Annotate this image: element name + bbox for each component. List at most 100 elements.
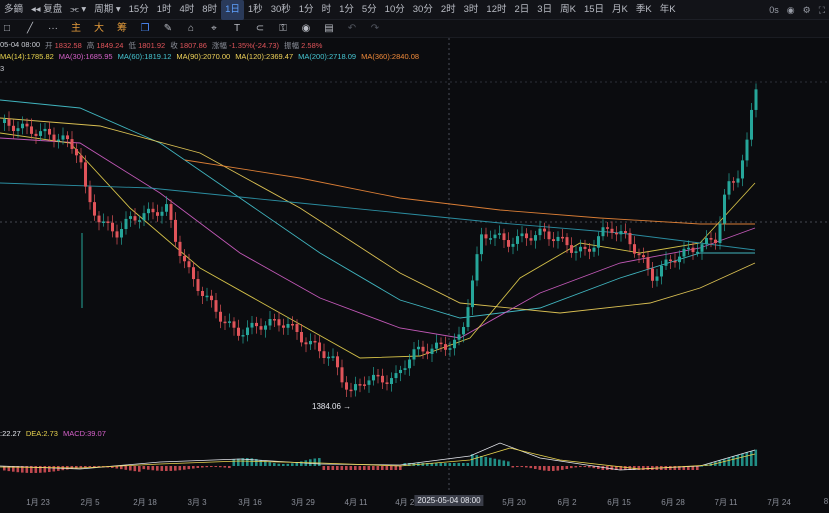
interval-1h[interactable]: 1时 bbox=[153, 0, 176, 20]
candle-body bbox=[741, 160, 744, 179]
interval-3h[interactable]: 3时 bbox=[460, 0, 483, 20]
candle-body bbox=[336, 356, 339, 368]
line-tool-icon[interactable]: ╱ bbox=[23, 20, 37, 38]
candle-body bbox=[408, 359, 411, 369]
candle-body bbox=[750, 109, 753, 140]
candle-body bbox=[754, 89, 758, 110]
text-icon[interactable]: T bbox=[230, 20, 244, 38]
interval-time[interactable]: 时 bbox=[318, 0, 336, 20]
magnet-icon[interactable]: ⊂ bbox=[253, 20, 267, 38]
lock-icon[interactable]: ⚿ bbox=[276, 20, 290, 38]
candle-body bbox=[714, 239, 717, 244]
large-order-button[interactable]: 大 bbox=[92, 20, 106, 38]
rectangle-tool-icon[interactable]: □ bbox=[0, 20, 14, 38]
time-axis-label: 4月 11 bbox=[344, 498, 368, 507]
macd-bar bbox=[133, 466, 137, 472]
interval-3d[interactable]: 3日 bbox=[533, 0, 556, 20]
macd-bar bbox=[381, 466, 384, 470]
time-axis-label: 5月 20 bbox=[502, 498, 526, 507]
time-axis-label: 3月 16 bbox=[238, 498, 262, 507]
interval-5m[interactable]: 5分 bbox=[358, 0, 381, 20]
interval-30m[interactable]: 30分 bbox=[409, 0, 437, 20]
candle-body bbox=[664, 259, 668, 266]
macd-bar bbox=[79, 466, 83, 468]
candle-body bbox=[691, 247, 695, 253]
candle-body bbox=[214, 300, 218, 312]
period-dropdown[interactable]: 周期 ▾ bbox=[90, 0, 124, 20]
interval-month[interactable]: 月K bbox=[608, 0, 632, 20]
macd-bar bbox=[349, 466, 353, 470]
more-tools-icon[interactable]: ··· bbox=[46, 20, 60, 38]
candle-body bbox=[21, 123, 24, 129]
interval-1m[interactable]: 1分 bbox=[335, 0, 358, 20]
candle-body bbox=[597, 236, 600, 248]
candle-body bbox=[331, 356, 335, 358]
candle-body bbox=[52, 134, 56, 141]
candle-body bbox=[538, 228, 542, 236]
candle-body bbox=[39, 131, 42, 136]
fullscreen-icon[interactable]: ⛶ bbox=[819, 5, 825, 16]
open-value: 1832.58 bbox=[54, 41, 82, 50]
interval-1d[interactable]: 1日 bbox=[221, 0, 244, 20]
macd-bar bbox=[754, 449, 758, 466]
candle-body bbox=[520, 233, 524, 237]
redo-icon[interactable]: ↷ bbox=[368, 20, 382, 38]
interval-2d[interactable]: 2日 bbox=[511, 0, 534, 20]
candle-body bbox=[687, 247, 690, 250]
chips-button[interactable]: 筹 bbox=[115, 20, 129, 38]
candle-body bbox=[723, 194, 726, 224]
interval-12h[interactable]: 12时 bbox=[482, 0, 510, 20]
candle-body bbox=[547, 231, 551, 240]
macd-bar bbox=[372, 466, 375, 470]
candle-body bbox=[57, 139, 60, 142]
interval-quarter[interactable]: 季K bbox=[632, 0, 656, 20]
undo-icon[interactable]: ↶ bbox=[345, 20, 359, 38]
camera-icon[interactable]: ◉ bbox=[787, 5, 795, 16]
candle-body bbox=[174, 219, 177, 242]
interval-15d[interactable]: 15日 bbox=[580, 0, 608, 20]
trash-icon[interactable]: ▤ bbox=[322, 20, 336, 38]
price-chart[interactable] bbox=[0, 38, 829, 493]
moving-average-line bbox=[0, 137, 756, 339]
symbol-selector[interactable]: 多鏑 bbox=[0, 0, 27, 20]
candle-body bbox=[732, 181, 735, 183]
candle-body bbox=[138, 220, 141, 222]
ruler-icon[interactable]: ⌂ bbox=[184, 20, 198, 38]
interval-2h[interactable]: 2时 bbox=[437, 0, 460, 20]
macd-bar bbox=[187, 466, 191, 470]
tag-icon[interactable]: ⌖ bbox=[207, 20, 221, 38]
interval-1s[interactable]: 1秒 bbox=[244, 0, 267, 20]
eye-icon[interactable]: ◉ bbox=[299, 20, 313, 38]
macd-bar bbox=[273, 463, 276, 466]
candle-body bbox=[511, 243, 515, 247]
interval-year[interactable]: 年K bbox=[656, 0, 680, 20]
candle-body bbox=[237, 327, 240, 336]
interval-8h[interactable]: 8时 bbox=[198, 0, 221, 20]
copy-icon[interactable]: ❐ bbox=[138, 20, 152, 38]
interval-week[interactable]: 周K bbox=[556, 0, 580, 20]
macd-bar bbox=[462, 463, 465, 466]
candle-body bbox=[160, 211, 164, 216]
ma-legend-item: MA(60):1819.12 bbox=[117, 52, 172, 61]
candle-body bbox=[489, 238, 492, 240]
candle-body bbox=[426, 351, 429, 354]
low-value: 1801.92 bbox=[138, 41, 166, 50]
chart-type-button[interactable]: ⫘ ▾ bbox=[66, 0, 90, 20]
pen-icon[interactable]: ✎ bbox=[161, 20, 175, 38]
replay-button[interactable]: ◂◂ 复盘 bbox=[27, 0, 66, 20]
interval-30s[interactable]: 30秒 bbox=[267, 0, 295, 20]
candle-body bbox=[358, 384, 362, 386]
interval-4h[interactable]: 4时 bbox=[176, 0, 199, 20]
candle-body bbox=[453, 339, 456, 349]
interval-15m[interactable]: 15分 bbox=[125, 0, 153, 20]
candle-body bbox=[300, 331, 303, 343]
main-indicator-button[interactable]: 主 bbox=[69, 20, 83, 38]
macd-bar bbox=[435, 463, 438, 466]
macd-bar bbox=[345, 466, 348, 470]
candle-body bbox=[745, 139, 749, 161]
settings-icon[interactable]: ⚙ bbox=[803, 5, 811, 16]
candle-body bbox=[525, 233, 528, 239]
interval-10m[interactable]: 10分 bbox=[381, 0, 409, 20]
candle-body bbox=[318, 342, 321, 352]
interval-1m-a[interactable]: 1分 bbox=[295, 0, 318, 20]
